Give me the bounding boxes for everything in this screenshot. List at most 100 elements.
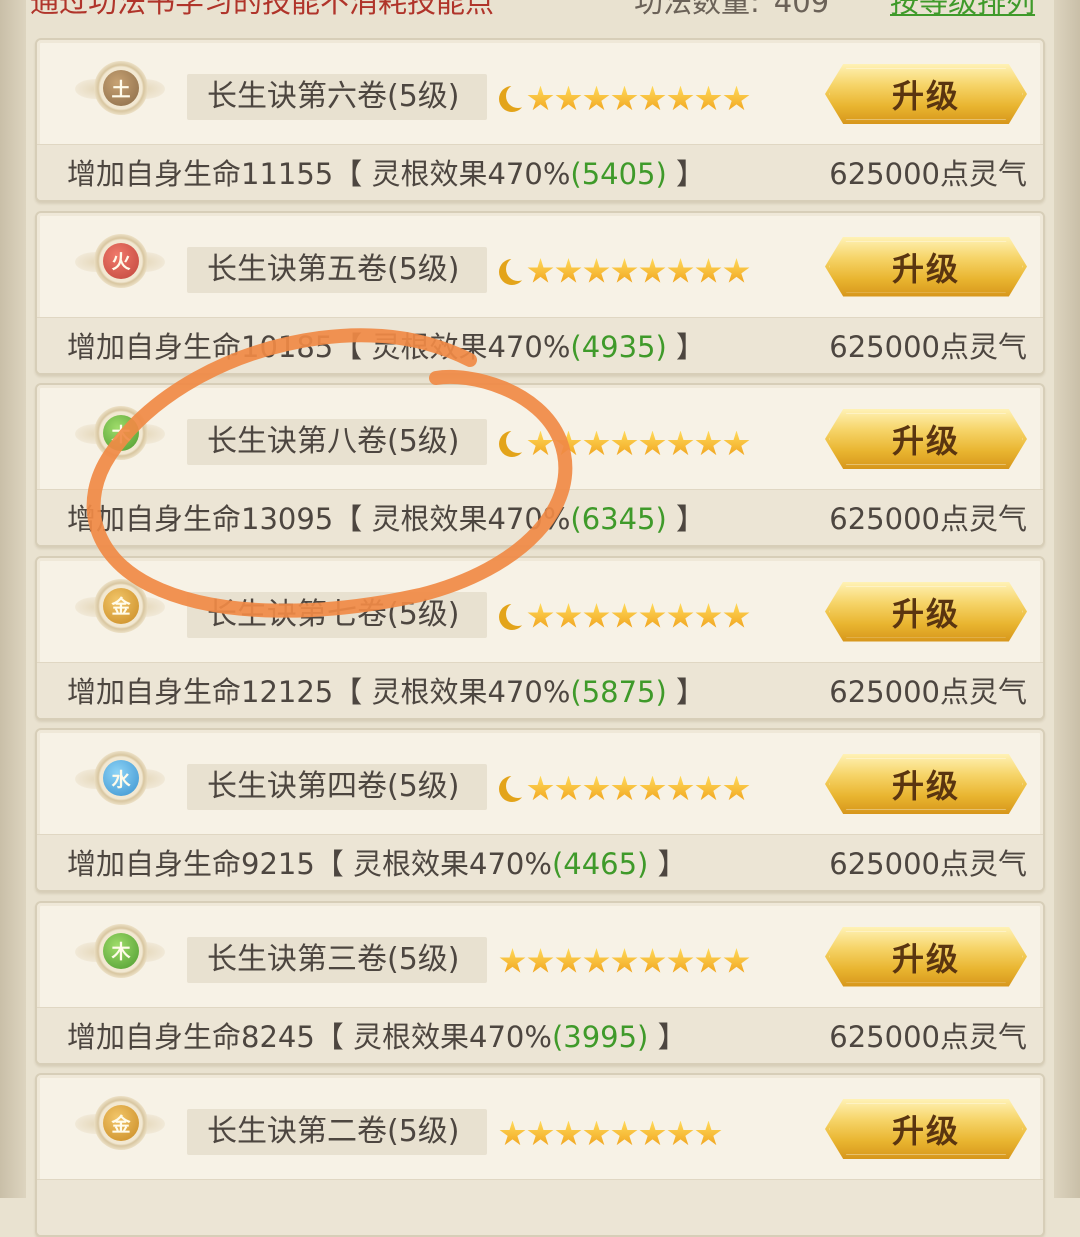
star-icon [667, 258, 694, 283]
upgrade-button[interactable]: 升级 [825, 581, 1027, 642]
star-icon [611, 1120, 638, 1146]
skill-name-box: 长生诀第八卷(5级) [187, 419, 487, 465]
star-icon [527, 948, 554, 973]
star-icon [723, 430, 750, 456]
skill-card-top: 水 长生诀第四卷(5级) 升级 [37, 730, 1043, 834]
effect-suffix: 】 [666, 674, 706, 709]
skill-name-box: 长生诀第五卷(5级) [187, 246, 487, 293]
star-icon [611, 775, 638, 801]
star-icon [499, 948, 526, 973]
effect-text: 增加自身生命9215【 灵根效果470% [67, 847, 552, 881]
star-icon [667, 948, 694, 973]
skill-card[interactable]: 火 长生诀第五卷(5级) 升级 增加自身生命10185【 灵根效果470%(4935)… [35, 210, 1045, 375]
moon-icon [499, 429, 530, 457]
element-emblem: 金 [75, 1092, 165, 1156]
moon-icon [499, 774, 530, 802]
skill-effect-row: 增加自身生命12125【 灵根效果470%(5875) 】 625000点灵气 [37, 661, 1043, 718]
star-icon [527, 85, 554, 111]
effect-bonus: (4935) [570, 329, 667, 364]
star-icon [639, 430, 666, 456]
skill-card[interactable]: 金 长生诀第七卷(5级) 升级增加自身生命12125【 灵根效果470%(5875)… [35, 555, 1045, 720]
skill-card-top: 火 长生诀第五卷(5级) 升级 [37, 213, 1043, 317]
star-icon [555, 948, 582, 973]
skill-name-box: 长生诀第三卷(5级) [187, 936, 487, 983]
upgrade-button[interactable]: 升级 [825, 754, 1027, 814]
skill-effect-row: 增加自身生命8245【 灵根效果470%(3995) 】 625000点灵气 [37, 1006, 1043, 1063]
upgrade-cost: 625000点灵气 [829, 157, 1027, 191]
star-icon [499, 1120, 526, 1146]
star-icon [611, 430, 638, 456]
star-icon [695, 1120, 722, 1146]
effect-suffix: 】 [648, 1019, 687, 1054]
upgrade-button[interactable]: 升级 [825, 64, 1027, 124]
star-icon [667, 1120, 694, 1146]
skill-name-box: 长生诀第二卷(5级) [187, 1109, 487, 1155]
star-icon [639, 258, 666, 283]
effect-text: 增加自身生命12125【 灵根效果470% [67, 674, 571, 709]
star-icon [583, 1120, 610, 1146]
left-frame-border [0, 0, 26, 1198]
skill-card[interactable]: 金 长生诀第二卷(5级) 升级 [35, 1073, 1045, 1237]
star-icon [667, 775, 694, 801]
effect-text: 增加自身生命10185【 灵根效果470% [67, 329, 571, 364]
skill-card[interactable]: 水 长生诀第四卷(5级) 升级增加自身生命9215【 灵根效果470%(4465) … [35, 728, 1045, 892]
skill-name: 长生诀第五卷(5级) [207, 251, 460, 287]
skill-point-notice: 通过功法书学习的技能不消耗技能点 [30, 0, 495, 19]
skill-card[interactable]: 土 长生诀第六卷(5级) 升级 增加自身生命11155【 灵根效果470%(5405)… [35, 38, 1045, 202]
skill-card-top: 金 长生诀第七卷(5级) 升级 [37, 558, 1043, 662]
skill-effect: 增加自身生命12125【 灵根效果470%(5875) 】 [67, 663, 706, 718]
star-icon [695, 430, 722, 456]
star-icon [611, 948, 638, 973]
star-icon [555, 430, 582, 456]
skill-name: 长生诀第七卷(5级) [207, 596, 460, 632]
star-icon [527, 1120, 554, 1146]
upgrade-button[interactable]: 升级 [825, 1099, 1027, 1159]
star-rating [499, 84, 750, 114]
star-icon [639, 948, 666, 973]
moon-icon [499, 84, 530, 112]
element-emblem: 土 [75, 57, 165, 121]
star-icon [527, 775, 554, 801]
upgrade-cost: 625000点灵气 [829, 329, 1027, 364]
skill-name-box: 长生诀第六卷(5级) [187, 74, 487, 120]
upgrade-button[interactable]: 升级 [825, 409, 1027, 469]
star-icon [639, 85, 666, 111]
upgrade-cost: 625000点灵气 [829, 1019, 1027, 1054]
star-icon [723, 603, 750, 628]
star-icon [695, 85, 722, 111]
right-frame-border [1054, 0, 1080, 1198]
skill-card[interactable]: 木 长生诀第八卷(5级) 升级 增加自身生命13095【 灵根效果470%(6345)… [35, 383, 1045, 547]
star-rating [499, 429, 750, 459]
moon-icon [499, 601, 530, 630]
star-rating [499, 774, 750, 804]
effect-bonus: (6345) [570, 502, 667, 536]
skill-card[interactable]: 木 长生诀第三卷(5级) 升级 增加自身生命8245【 灵根效果470%(3995) … [35, 900, 1045, 1065]
element-emblem: 水 [75, 747, 165, 811]
star-icon [583, 85, 610, 111]
skill-name: 长生诀第六卷(5级) [207, 79, 460, 114]
star-icon [667, 430, 694, 456]
upgrade-button[interactable]: 升级 [825, 926, 1027, 987]
star-icon [667, 85, 694, 111]
moon-icon [499, 256, 530, 285]
effect-text: 增加自身生命13095【 灵根效果470% [67, 502, 571, 536]
star-icon [723, 258, 750, 283]
effect-suffix: 】 [666, 329, 706, 364]
skill-effect-row: 增加自身生命9215【 灵根效果470%(4465) 】 625000点灵气 [37, 834, 1043, 890]
skill-name-box: 长生诀第四卷(5级) [187, 764, 487, 810]
effect-suffix: 】 [666, 502, 706, 536]
element-emblem: 木 [75, 920, 165, 984]
effect-bonus: (5875) [570, 674, 667, 709]
skill-name: 长生诀第四卷(5级) [207, 769, 460, 804]
metal-element-icon: 金 [103, 587, 139, 624]
upgrade-button[interactable]: 升级 [825, 236, 1027, 297]
sort-by-level-link[interactable]: 按等级排列 [890, 0, 1035, 20]
star-icon [527, 258, 554, 283]
effect-bonus: (3995) [551, 1019, 649, 1054]
skill-card-top: 金 长生诀第二卷(5级) 升级 [37, 1075, 1043, 1179]
star-icon [583, 948, 610, 973]
star-icon [611, 603, 638, 628]
star-icon [555, 775, 582, 801]
star-icon [527, 430, 554, 456]
star-rating [499, 947, 750, 977]
